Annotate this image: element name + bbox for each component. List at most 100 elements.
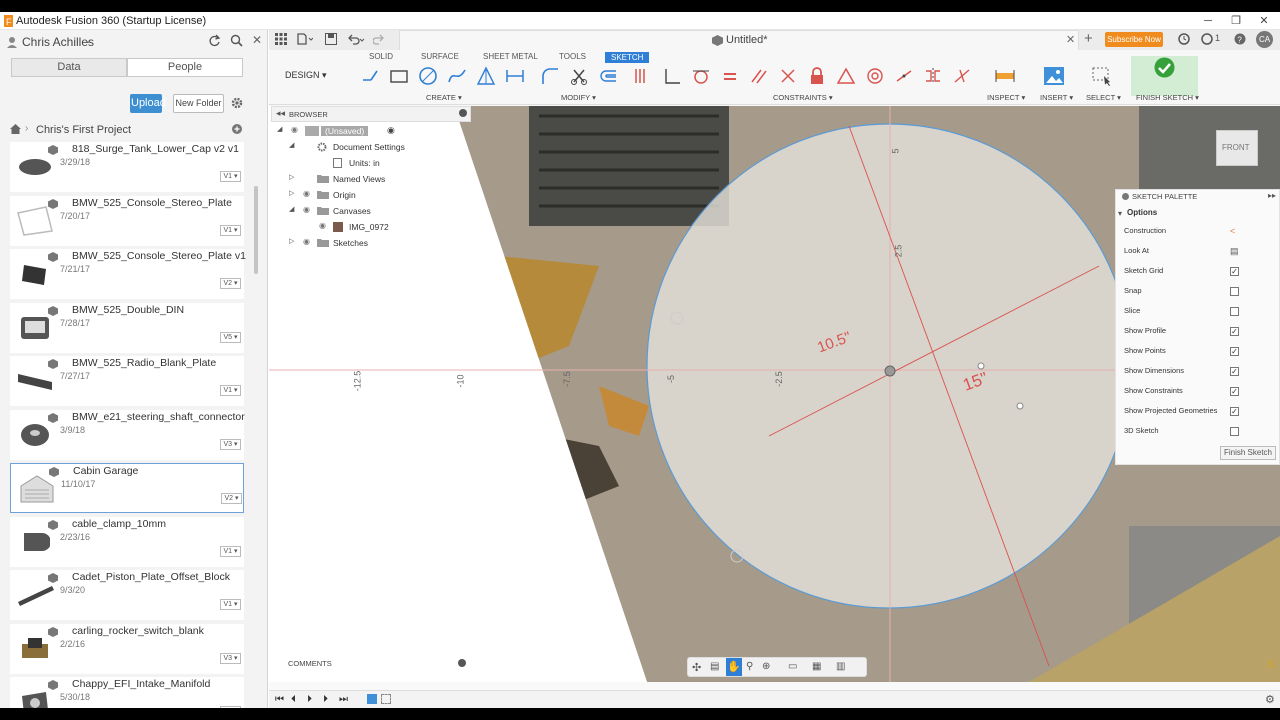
home-icon[interactable] (10, 124, 21, 134)
fillet-icon[interactable] (537, 63, 563, 89)
version-badge[interactable]: V5 ▾ (220, 331, 241, 343)
browser-node[interactable]: ▷ Named Views (271, 172, 471, 188)
undo-icon[interactable] (347, 33, 365, 45)
palette-pin-icon[interactable] (1122, 193, 1129, 200)
browser-node[interactable]: Units: in (271, 156, 471, 172)
version-badge[interactable]: V1 ▾ (220, 706, 241, 708)
modify-menu[interactable]: MODIFY ▾ (561, 93, 596, 102)
version-badge[interactable]: V1 ▾ (220, 224, 241, 236)
timeline-sketch-feature[interactable] (381, 694, 391, 704)
option-checkbox[interactable] (1230, 307, 1239, 316)
version-badge[interactable]: V2 ▾ (220, 278, 241, 289)
settings-icon[interactable] (231, 97, 243, 109)
close-tab-icon[interactable]: ✕ (1066, 33, 1075, 46)
browser-node[interactable]: ◢ Document Settings (271, 140, 471, 156)
comments-pin-icon[interactable] (458, 659, 466, 667)
version-badge[interactable]: V3 ▾ (220, 438, 241, 450)
file-card[interactable]: BMW_525_Console_Stereo_Plate v1 7/21/17 V2… (10, 249, 246, 299)
timeline-prev-icon[interactable]: ⏴ (291, 694, 296, 705)
notifications-icon[interactable] (1201, 33, 1213, 45)
orbit-icon[interactable]: ✣ (692, 661, 701, 674)
job-status-icon[interactable] (1178, 33, 1190, 45)
file-card[interactable]: cable_clamp_10mm 2/23/16 V1 ▾ (10, 516, 244, 567)
timeline-end-icon[interactable]: ⏭ (339, 694, 348, 705)
view-cube[interactable]: FRONT (1216, 130, 1258, 166)
coincident-icon[interactable] (659, 63, 685, 89)
collinear-icon[interactable] (891, 63, 917, 89)
option-checkbox[interactable] (1230, 287, 1239, 296)
timeline-canvas-feature[interactable] (367, 694, 377, 704)
insert-menu[interactable]: INSERT ▾ (1040, 93, 1073, 102)
version-badge[interactable]: V2 ▾ (221, 493, 242, 504)
close-button[interactable]: ✕ (1254, 13, 1274, 29)
curvature-icon[interactable] (949, 63, 975, 89)
project-icon[interactable] (629, 63, 655, 89)
option-checkbox[interactable]: ✓ (1230, 367, 1239, 376)
project-name[interactable]: Chris's First Project (36, 124, 131, 136)
expand-toggle-icon[interactable]: ◢ (289, 141, 294, 149)
file-card[interactable]: carling_rocker_switch_blank 2/2/16 V3 ▾ (10, 623, 244, 674)
option-checkbox[interactable]: ✓ (1230, 407, 1239, 416)
maximize-button[interactable]: ❐ (1226, 13, 1246, 29)
option-checkbox[interactable]: ✓ (1230, 387, 1239, 396)
search-icon[interactable] (230, 34, 243, 47)
equal-icon[interactable] (717, 63, 743, 89)
expand-toggle-icon[interactable]: ◢ (277, 125, 282, 133)
insert-image-icon[interactable] (1041, 63, 1067, 89)
display-settings-icon[interactable]: ▭ (788, 661, 797, 672)
timeline-start-icon[interactable]: ⏮ (275, 694, 284, 705)
pin-icon[interactable] (459, 109, 467, 117)
grid-settings-icon[interactable]: ▦ (812, 661, 821, 672)
polygon-icon[interactable] (473, 63, 499, 89)
tangent-icon[interactable] (688, 63, 714, 89)
fix-icon[interactable] (804, 63, 830, 89)
version-badge[interactable]: V1 ▾ (220, 171, 241, 182)
subscribe-button[interactable]: Subscribe Now (1105, 32, 1163, 47)
file-menu-icon[interactable] (297, 33, 313, 45)
file-card[interactable]: Cadet_Piston_Plate_Offset_Block 9/3/20 V1 … (10, 570, 244, 620)
section-toggle-icon[interactable]: ▾ (1118, 209, 1122, 218)
spline-icon[interactable] (444, 63, 470, 89)
version-badge[interactable]: V1 ▾ (220, 545, 241, 557)
file-card[interactable]: Cabin Garage 11/10/17 V2 ▾ (10, 463, 244, 513)
expand-toggle-icon[interactable]: ▷ (289, 189, 294, 197)
option-checkbox[interactable] (1230, 427, 1239, 436)
perpendicular-icon[interactable] (775, 63, 801, 89)
file-card[interactable]: BMW_525_Double_DIN 7/28/17 V5 ▾ (10, 302, 244, 353)
look-at-icon[interactable]: ▤ (1230, 246, 1239, 257)
expand-toggle-icon[interactable]: ▷ (289, 237, 294, 245)
visibility-eye-icon[interactable]: ◉ (291, 125, 298, 134)
concentric-icon[interactable] (862, 63, 888, 89)
avatar[interactable]: CA (1256, 31, 1273, 48)
grid-icon[interactable] (275, 33, 287, 45)
viewports-icon[interactable]: ▥ (836, 661, 845, 672)
browser-node[interactable]: ◢ ◉ (Unsaved) ◉ (271, 124, 471, 140)
version-badge[interactable]: V1 ▾ (220, 385, 241, 396)
finish-sketch-button[interactable] (1131, 56, 1198, 96)
file-card[interactable]: BMW_525_Radio_Blank_Plate 7/27/17 V1 ▾ (10, 356, 244, 406)
version-badge[interactable]: V1 ▾ (220, 599, 241, 610)
visibility-eye-icon[interactable]: ◉ (319, 221, 326, 230)
look-at-icon[interactable]: ▤ (710, 661, 719, 672)
comments-bar[interactable]: COMMENTS (271, 655, 471, 671)
activate-radio-icon[interactable]: ◉ (387, 125, 395, 136)
chevron-down-icon[interactable]: ⌄ (84, 35, 92, 46)
tab-people[interactable]: People (127, 58, 243, 77)
upload-button[interactable]: Upload (130, 94, 166, 113)
finish-sketch-small-button[interactable]: Finish Sketch (1220, 446, 1276, 460)
symmetry-icon[interactable] (920, 63, 946, 89)
finish-sketch-menu[interactable]: FINISH SKETCH ▾ (1136, 93, 1199, 102)
minimize-button[interactable]: ─ (1198, 13, 1218, 29)
option-checkbox[interactable]: ✓ (1230, 347, 1239, 356)
scrollbar[interactable] (254, 186, 258, 274)
circle-icon[interactable] (415, 63, 441, 89)
tab-sheet-metal[interactable]: SHEET METAL (483, 52, 538, 61)
visibility-eye-icon[interactable]: ◉ (303, 237, 310, 246)
zoom-icon[interactable]: ⚲ (746, 661, 753, 672)
timeline-next-icon[interactable]: ⏵ (323, 694, 328, 705)
file-card[interactable]: BMW_e21_steering_shaft_connector 3/9/18 V3… (10, 409, 245, 460)
expand-toggle-icon[interactable]: ◢ (289, 205, 294, 213)
refresh-icon[interactable] (208, 34, 221, 47)
line-icon[interactable] (357, 63, 383, 89)
rectangle-icon[interactable] (386, 63, 412, 89)
